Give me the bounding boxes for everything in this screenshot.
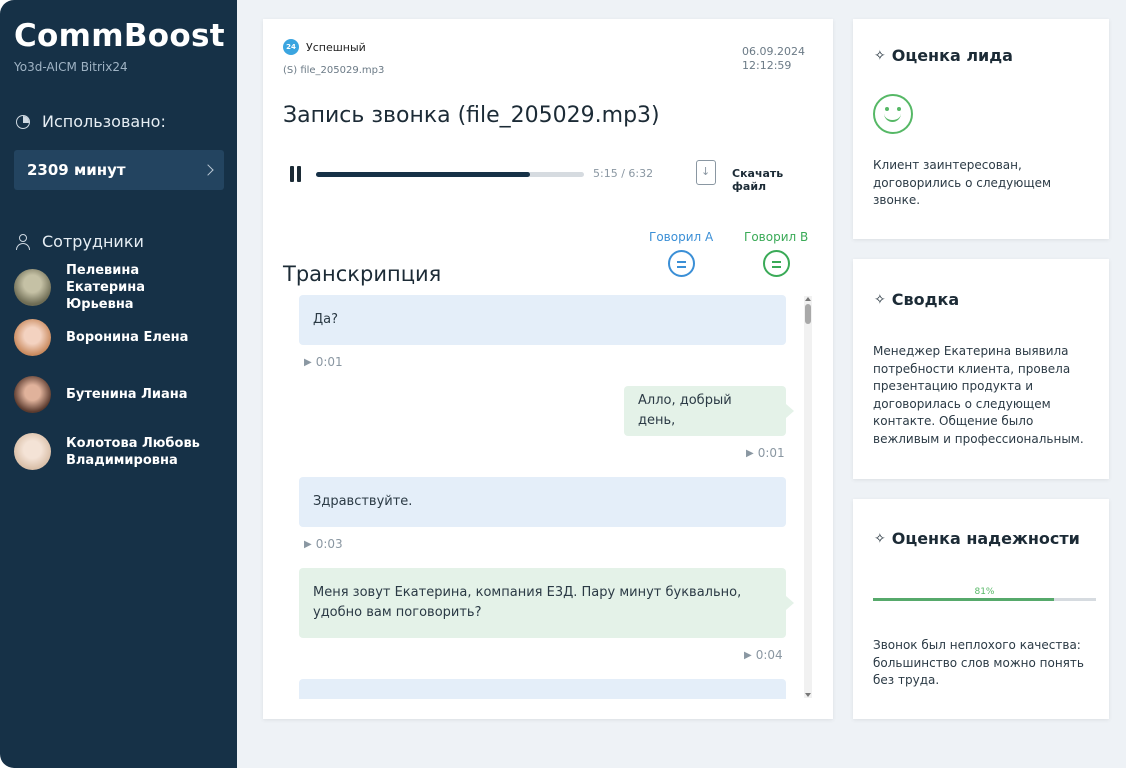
- speaker-b-label: Говорил B: [744, 230, 809, 244]
- summary-card: ✧ Сводка Менеджер Екатерина выявила потр…: [853, 259, 1109, 479]
- summary-title: Сводка: [891, 290, 960, 309]
- employee-item[interactable]: Бутенина Лиана: [14, 376, 216, 413]
- chat-bubble-icon: [667, 250, 695, 277]
- avatar: [14, 269, 51, 306]
- scroll-down-icon[interactable]: [805, 693, 811, 697]
- usage-header: Использовано:: [16, 112, 166, 131]
- usage-label: Использовано:: [42, 112, 166, 131]
- file-tag: (S) file_205029.mp3: [283, 65, 385, 76]
- minutes-button[interactable]: 2309 минут: [14, 150, 224, 190]
- sidebar: CommBoost Yo3d-AICM Bitrix24 Использован…: [0, 0, 237, 768]
- call-datetime: 06.09.2024 12:12:59: [742, 45, 805, 73]
- message-text: Меня зовут Екатерина, компания Е3Д. Пару…: [313, 585, 742, 620]
- message-timestamp[interactable]: 0:01: [304, 355, 343, 369]
- summary-text: Менеджер Екатерина выявила потребности к…: [873, 344, 1084, 446]
- message-speaker-b: Алло, добрый день,: [624, 386, 794, 436]
- reliability-percent: 81%: [974, 587, 995, 597]
- message-timestamp[interactable]: 0:03: [304, 537, 343, 551]
- lead-score-title: Оценка лида: [891, 46, 1013, 65]
- transcript-scrollbar[interactable]: [804, 296, 812, 698]
- sparkle-icon: ✧: [874, 530, 886, 547]
- speaker-b-legend: Говорил B: [744, 230, 808, 277]
- lead-score-card: ✧ Оценка лида Клиент заинтересован, дого…: [853, 19, 1109, 239]
- chevron-right-icon: [202, 164, 214, 176]
- scroll-up-icon[interactable]: [805, 297, 811, 301]
- employee-name: Бутенина Лиана: [66, 387, 188, 402]
- call-card: 24 Успешный (S) file_205029.mp3 06.09.20…: [263, 19, 833, 719]
- message-text: Алло, добрый день,: [638, 393, 732, 428]
- reliability-title: Оценка надежности: [891, 529, 1080, 548]
- message-text: Да?: [313, 312, 339, 327]
- smiley-icon: [873, 94, 913, 134]
- message-speaker-a: Здравствуйте.: [299, 477, 786, 527]
- lead-score-text: Клиент заинтересован, договорились о сле…: [873, 158, 1052, 207]
- bitrix24-icon: 24: [283, 39, 299, 55]
- sparkle-icon: ✧: [874, 291, 886, 308]
- download-icon[interactable]: [696, 160, 716, 185]
- message-speaker-a: Да?: [299, 295, 786, 345]
- employee-name: Колотова Любовь Владимировна: [66, 435, 200, 468]
- playback-time: 5:15 / 6:32: [593, 167, 654, 180]
- reliability-bar: [873, 598, 1096, 601]
- speaker-a-legend: Говорил A: [649, 230, 713, 277]
- call-date: 06.09.2024: [742, 45, 805, 58]
- summary-header: ✧ Сводка: [874, 290, 959, 309]
- scroll-thumb[interactable]: [805, 304, 811, 324]
- avatar: [14, 376, 51, 413]
- message-timestamp[interactable]: 0:01: [746, 446, 785, 460]
- employee-item[interactable]: Колотова Любовь Владимировна: [14, 433, 216, 470]
- reliability-text: Звонок был неплохого качества: большинст…: [873, 638, 1084, 687]
- page-title: Запись звонка (file_205029.mp3): [283, 103, 660, 128]
- transcript-list[interactable]: Да? 0:01 Алло, добрый день, 0:01 Здравст…: [299, 295, 814, 699]
- sparkle-icon: ✧: [874, 47, 886, 64]
- avatar: [14, 433, 51, 470]
- transcript-title: Транскрипция: [283, 262, 442, 286]
- progress-slider[interactable]: [316, 172, 584, 177]
- chat-bubble-icon: [762, 250, 790, 277]
- employee-item[interactable]: Воронина Елена: [14, 319, 216, 356]
- speaker-a-label: Говорил A: [649, 230, 714, 244]
- pause-button[interactable]: [289, 166, 303, 182]
- employee-item[interactable]: Пелевина Екатерина Юрьевна: [14, 262, 216, 313]
- pie-chart-icon: [16, 114, 30, 129]
- brand-logo: CommBoost: [14, 18, 225, 54]
- reliability-header: ✧ Оценка надежности: [874, 529, 1080, 548]
- message-speaker-b: Меня зовут Екатерина, компания Е3Д. Пару…: [299, 568, 794, 638]
- message-text: Здравствуйте.: [313, 494, 413, 509]
- staff-label: Сотрудники: [42, 232, 144, 251]
- reliability-card: ✧ Оценка надежности 81% Звонок был непло…: [853, 499, 1109, 719]
- download-button[interactable]: Скачать файл: [732, 167, 813, 193]
- call-status: 24 Успешный: [283, 39, 366, 55]
- person-icon: [16, 233, 30, 250]
- employee-name: Пелевина Екатерина Юрьевна: [66, 263, 145, 312]
- staff-header: Сотрудники: [16, 232, 144, 251]
- message-speaker-a: [299, 679, 786, 699]
- brand-subtitle: Yo3d-AICM Bitrix24: [14, 60, 128, 74]
- minutes-value: 2309 минут: [27, 161, 126, 179]
- reliability-bar-fill: [873, 598, 1054, 601]
- message-timestamp[interactable]: 0:04: [744, 648, 783, 662]
- call-time: 12:12:59: [742, 59, 792, 72]
- status-text: Успешный: [306, 40, 366, 54]
- progress-fill: [316, 172, 531, 177]
- lead-score-header: ✧ Оценка лида: [874, 46, 1013, 65]
- avatar: [14, 319, 51, 356]
- employee-name: Воронина Елена: [66, 330, 189, 345]
- audio-player: 5:15 / 6:32 Скачать файл: [283, 160, 813, 193]
